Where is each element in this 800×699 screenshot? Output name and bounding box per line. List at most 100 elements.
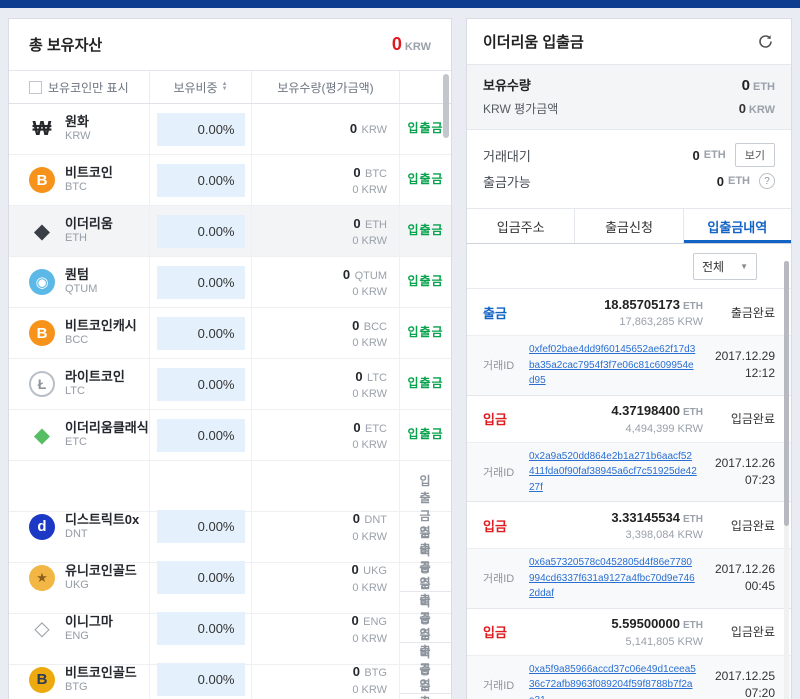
amount-cell: 0 KRW (251, 104, 399, 154)
deposit-withdraw-link[interactable]: 입출금 (407, 171, 443, 188)
transaction-row: 입금 5.59500000ETH 5,141,805 KRW 입금완료 (467, 609, 791, 656)
txid-link[interactable]: 0xa5f9a85966accd37c06e49d1ceea536c72afb8… (529, 662, 705, 699)
withdrawable-row: 출금가능 0ETH ? (483, 168, 775, 194)
action-cell: 입출금 (399, 155, 451, 205)
coin-amount: 0 QTUM (343, 264, 387, 286)
coin-row[interactable]: B 비트코인 BTC 0.00% 0 BTC 0 KRW 입출금 (9, 155, 451, 206)
holdings-header: 총 보유자산 0KRW (9, 19, 451, 71)
refresh-icon[interactable] (755, 32, 775, 52)
coin-krw-value: 0 KRW (352, 336, 387, 351)
eth-wallet-panel: 이더리움 입출금 보유수량 0ETH KRW 평가금액 0KRW (466, 18, 792, 699)
coin-row[interactable]: B 비트코인캐시 BCC 0.00% 0 BCC 0 KRW 입출금 (9, 308, 451, 359)
action-cell: 입출금 (399, 257, 451, 307)
coin-row[interactable]: ◆ 이더리움 ETH 0.00% 0 ETH 0 KRW 입출금 (9, 206, 451, 257)
etc-icon: ◆ (29, 422, 55, 448)
history-type-dropdown[interactable]: 전체 ▼ (693, 253, 757, 280)
txid-label: 거래ID (483, 677, 529, 693)
holding-qty-label: 보유수량 (483, 75, 531, 94)
ratio-cell: 0.00% (149, 155, 251, 205)
transaction-id-row: 거래ID 0xa5f9a85966accd37c06e49d1ceea536c7… (467, 656, 791, 699)
txid-link[interactable]: 0xfef02bae4dd9f60145652ae62f17d3ba35a2ca… (529, 342, 705, 389)
amount-cell: 0 LTC 0 KRW (251, 359, 399, 409)
txid-link[interactable]: 0x2a9a520dd864e2b1a271b6aacf52411fda0f90… (529, 449, 705, 496)
ratio-cell: 0.00% (149, 257, 251, 307)
transaction-row: 출금 18.85705173ETH 17,863,285 KRW 출금완료 (467, 289, 791, 336)
view-button[interactable]: 보기 (735, 143, 775, 167)
coin-name: 원화 (65, 114, 90, 130)
holding-ratio-input[interactable]: 0.00% (157, 419, 245, 452)
krw-valuation-value: 0KRW (739, 100, 775, 118)
btc-icon: B (29, 167, 55, 193)
holding-ratio-input[interactable]: 0.00% (157, 317, 245, 350)
coin-row[interactable]: ₩ 원화 KRW 0.00% 0 KRW 입출금 (9, 104, 451, 155)
action-cell: 입출금 준비중 (399, 665, 451, 699)
help-icon[interactable]: ? (759, 173, 775, 189)
holding-ratio-input[interactable]: 0.00% (157, 368, 245, 401)
total-asset-unit: KRW (405, 41, 431, 53)
deposit-withdraw-link[interactable]: 입출금 (407, 120, 443, 137)
history-scrollbar-track[interactable] (784, 261, 789, 699)
total-asset-number: 0 (392, 34, 402, 54)
coin-row[interactable]: ◆ 이더리움클래식 ETC 0.00% 0 ETC 0 KRW 입출금 (9, 410, 451, 461)
transaction-type: 입금 (483, 516, 535, 535)
tab-출금신청[interactable]: 출금신청 (574, 209, 682, 243)
coin-row[interactable]: M 머큐리 MER 0.00% 0 MER 0 KRW 입출금 준비중 (9, 665, 451, 699)
coin-krw-value: 0 KRW (352, 234, 387, 249)
coin-cell: B 비트코인 BTC (9, 155, 149, 205)
coin-name: 비트코인캐시 (65, 318, 137, 334)
coin-name: 퀀텀 (65, 267, 97, 283)
transaction-eth-amount: 5.59500000ETH (535, 613, 703, 635)
txid-link[interactable]: 0x6a57320578c0452805d4f86e7780994cd6337f… (529, 555, 705, 602)
amount-cell: 0 ETC 0 KRW (251, 410, 399, 460)
coin-row[interactable]: ◉ 퀀텀 QTUM 0.00% 0 QTUM 0 KRW 입출금 (9, 257, 451, 308)
coin-cell: ◆ 이더리움클래식 ETC (9, 410, 149, 460)
eth-panel-title: 이더리움 입출금 (483, 31, 584, 52)
trade-pending-value: 0 (693, 148, 700, 163)
holding-ratio-input[interactable]: 0.00% (157, 164, 245, 197)
coin-name: 이더리움클래식 (65, 420, 149, 436)
coin-row[interactable]: ★ 유니코인골드 UKG 0.00% 0 UKG 0 KRW 입출금 준비중 (9, 512, 451, 563)
tab-입금주소[interactable]: 입금주소 (467, 209, 574, 243)
deposit-withdraw-link[interactable]: 입출금 (407, 375, 443, 392)
amount-cell: 0 BCC 0 KRW (251, 308, 399, 358)
transaction-block: 출금 18.85705173ETH 17,863,285 KRW 출금완료 거래… (467, 289, 791, 396)
deposit-withdraw-link[interactable]: 입출금 (407, 426, 443, 443)
holding-ratio-input[interactable]: 0.00% (157, 215, 245, 248)
holding-ratio-input[interactable]: 0.00% (157, 113, 245, 146)
transaction-id-row: 거래ID 0xfef02bae4dd9f60145652ae62f17d3ba3… (467, 336, 791, 396)
column-header-ratio[interactable]: 보유비중 ▲▼ (149, 71, 251, 103)
coin-row[interactable]: B 비트코인골드 BTG 0.00% 0 BTG 0 KRW 입출금 준비중 (9, 614, 451, 665)
action-cell: 입출금 (399, 206, 451, 256)
coin-krw-value: 0 KRW (352, 183, 387, 198)
show-held-only-checkbox[interactable] (29, 81, 42, 94)
history-scrollbar-thumb[interactable] (784, 261, 789, 526)
deposit-withdraw-link[interactable]: 입출금 (407, 273, 443, 290)
holdings-scrollbar-thumb[interactable] (443, 74, 449, 138)
column-header-amount: 보유수량(평가금액) (251, 71, 399, 103)
ratio-cell: 0.00% (149, 410, 251, 460)
coin-row[interactable]: d 디스트릭트0x DNT 0.00% 0 DNT 0 KRW 입출금 준비중 (9, 461, 451, 512)
txid-label: 거래ID (483, 357, 529, 373)
withdrawable-value: 0 (717, 174, 724, 189)
tab-입출금내역[interactable]: 입출금내역 (683, 209, 791, 243)
transaction-krw-amount: 5,141,805 KRW (535, 635, 703, 650)
ratio-cell: 0.00% (149, 359, 251, 409)
transaction-id-row: 거래ID 0x6a57320578c0452805d4f86e7780994cd… (467, 549, 791, 609)
coin-row[interactable]: Ł 라이트코인 LTC 0.00% 0 LTC 0 KRW 입출금 (9, 359, 451, 410)
deposit-withdraw-link[interactable]: 입출금 (407, 222, 443, 239)
transaction-status: 입금완료 (715, 410, 775, 427)
wallet-tabs: 입금주소출금신청입출금내역 (467, 209, 791, 244)
coin-row[interactable]: ◇ 이니그마 ENG 0.00% 0 ENG 0 KRW 입출금 준비중 (9, 563, 451, 614)
holding-qty-row: 보유수량 0ETH (483, 75, 775, 95)
qtum-icon: ◉ (29, 269, 55, 295)
transaction-id-row: 거래ID 0x2a9a520dd864e2b1a271b6aacf52411fd… (467, 443, 791, 503)
coin-symbol: ETC (65, 436, 149, 450)
history-filter-bar: 전체 ▼ (467, 244, 791, 289)
amount-cell: 0 ETH 0 KRW (251, 206, 399, 256)
transaction-block: 입금 4.37198400ETH 4,494,399 KRW 입금완료 거래ID… (467, 396, 791, 503)
deposit-withdraw-link[interactable]: 입출금 (407, 324, 443, 341)
amount-cell: 0 BTC 0 KRW (251, 155, 399, 205)
coin-krw-value: 0 KRW (352, 387, 387, 402)
holding-ratio-input[interactable]: 0.00% (157, 266, 245, 299)
show-held-only-filter[interactable]: 보유코인만 표시 (9, 71, 149, 103)
